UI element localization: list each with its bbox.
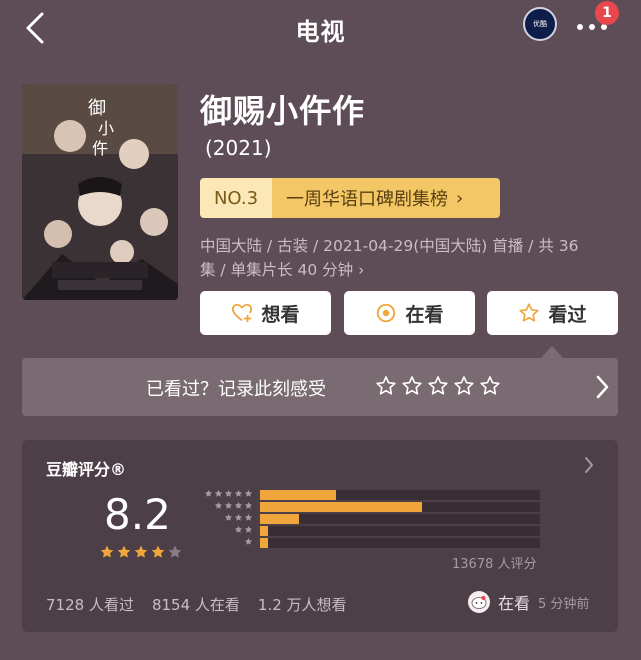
review-prompt: 已看过？记录此刻感受 bbox=[146, 379, 326, 400]
star-small-icon bbox=[244, 489, 253, 497]
star-filled-icon bbox=[134, 545, 148, 558]
rating-card[interactable]: 豆瓣评分® 8.2 13678 人评分 7128 人看过 8154 人在看 1.… bbox=[22, 440, 618, 632]
rank-label-wrap: 一周华语口碑剧集榜 › bbox=[272, 178, 500, 218]
poster-image[interactable]: 御 小 仵 bbox=[22, 84, 178, 300]
star-small-icon bbox=[214, 489, 223, 497]
meta-line-1: 中国大陆 / 古装 / 2021-04-29(中国大陆) 首播 / 共 36 bbox=[200, 237, 579, 255]
rank-badge[interactable]: NO.3 一周华语口碑剧集榜 › bbox=[200, 178, 500, 218]
distribution-stars bbox=[204, 489, 253, 498]
distribution-stars bbox=[244, 537, 253, 546]
star-outline-icon[interactable] bbox=[374, 374, 398, 398]
stat-want: 1.2 万人想看 bbox=[257, 596, 347, 614]
want-label: 想看 bbox=[261, 303, 300, 326]
heart-plus-icon bbox=[232, 303, 253, 323]
poster-art: 御 小 仵 bbox=[22, 84, 178, 300]
star-small-icon bbox=[244, 537, 253, 545]
star-outline-icon[interactable] bbox=[452, 374, 476, 398]
star-small-icon bbox=[224, 513, 233, 521]
friend-activity[interactable]: 在看 5 分钟前 bbox=[468, 590, 589, 614]
star-empty-icon bbox=[168, 545, 182, 558]
chevron-right-icon[interactable] bbox=[594, 374, 610, 400]
review-caret bbox=[541, 346, 563, 358]
show-title: 御赐小仵作 bbox=[200, 92, 366, 130]
target-circle-icon bbox=[377, 303, 396, 323]
distribution-track bbox=[260, 526, 540, 536]
star-filled-icon bbox=[117, 545, 131, 558]
rater-count: 13678 人评分 bbox=[452, 557, 537, 572]
notification-badge: 1 bbox=[595, 1, 619, 25]
svg-text:仵: 仵 bbox=[92, 139, 108, 158]
distribution-stars bbox=[234, 525, 253, 534]
star-filled-icon bbox=[151, 545, 165, 558]
rank-number: NO.3 bbox=[200, 178, 272, 218]
star-outline-icon[interactable] bbox=[426, 374, 450, 398]
distribution-row bbox=[198, 537, 540, 548]
distribution-bar bbox=[260, 538, 269, 548]
star-small-icon bbox=[244, 501, 253, 509]
distribution-bar bbox=[260, 514, 300, 524]
rating-header: 豆瓣评分® bbox=[46, 460, 127, 479]
distribution-row bbox=[198, 525, 540, 536]
chevron-right-icon: › bbox=[456, 187, 464, 209]
distribution-row bbox=[198, 501, 540, 512]
distribution-track bbox=[260, 538, 540, 548]
friend-time: 5 分钟前 bbox=[538, 596, 590, 612]
watching-button[interactable]: 在看 bbox=[344, 291, 475, 335]
star-small-icon bbox=[214, 501, 223, 509]
distribution-bar bbox=[260, 490, 336, 500]
review-star-row[interactable] bbox=[374, 374, 502, 398]
distribution-track bbox=[260, 514, 540, 524]
star-small-icon bbox=[244, 513, 253, 521]
star-outline-icon[interactable] bbox=[400, 374, 424, 398]
distribution-stars bbox=[224, 513, 253, 522]
star-small-icon bbox=[234, 501, 243, 509]
watching-label: 在看 bbox=[405, 303, 444, 326]
want-to-watch-button[interactable]: 想看 bbox=[200, 291, 331, 335]
distribution-row bbox=[198, 489, 540, 500]
star-small-icon bbox=[244, 525, 253, 533]
user-avatar[interactable]: 优酷 bbox=[523, 7, 557, 41]
star-filled-icon bbox=[100, 545, 114, 558]
star-small-icon bbox=[224, 501, 233, 509]
show-year: (2021) bbox=[205, 136, 272, 160]
star-small-icon bbox=[224, 489, 233, 497]
distribution-track bbox=[260, 490, 540, 500]
score-stars bbox=[99, 544, 183, 560]
avatar-text: 优酷 bbox=[533, 20, 547, 28]
star-small-icon bbox=[234, 513, 243, 521]
watch-stats: 7128 人看过 8154 人在看 1.2 万人想看 bbox=[46, 594, 347, 615]
star-small-icon bbox=[234, 525, 243, 533]
rank-label: 一周华语口碑剧集榜 bbox=[286, 189, 448, 210]
rating-score: 8.2 bbox=[104, 490, 171, 539]
friend-status: 在看 bbox=[498, 594, 531, 613]
distribution-row bbox=[198, 513, 540, 524]
distribution-stars bbox=[214, 501, 253, 510]
stat-watching: 8154 人在看 bbox=[151, 596, 240, 614]
meta-line-2: 集 / 单集片长 40 分钟 › bbox=[200, 261, 365, 279]
show-meta[interactable]: 中国大陆 / 古装 / 2021-04-29(中国大陆) 首播 / 共 36 集… bbox=[200, 234, 620, 282]
review-strip[interactable]: 已看过？记录此刻感受 bbox=[22, 358, 618, 416]
more-dots-icon bbox=[577, 24, 583, 30]
top-bar: 电视 优酷 1 bbox=[0, 0, 641, 60]
watched-button[interactable]: 看过 bbox=[487, 291, 618, 335]
distribution-bar bbox=[260, 526, 269, 536]
cat-face-icon bbox=[471, 596, 487, 609]
chevron-right-icon[interactable] bbox=[583, 456, 595, 474]
distribution-bar bbox=[260, 502, 423, 512]
watched-label: 看过 bbox=[548, 303, 587, 326]
stat-watched: 7128 人看过 bbox=[46, 596, 134, 614]
svg-text:御: 御 bbox=[88, 98, 106, 119]
svg-text:小: 小 bbox=[98, 119, 114, 138]
star-outline-icon[interactable] bbox=[478, 374, 502, 398]
star-small-icon bbox=[234, 489, 243, 497]
star-small-icon bbox=[204, 489, 213, 497]
star-outline-icon bbox=[519, 303, 540, 322]
friend-avatar[interactable] bbox=[468, 591, 490, 613]
distribution-track bbox=[260, 502, 540, 512]
